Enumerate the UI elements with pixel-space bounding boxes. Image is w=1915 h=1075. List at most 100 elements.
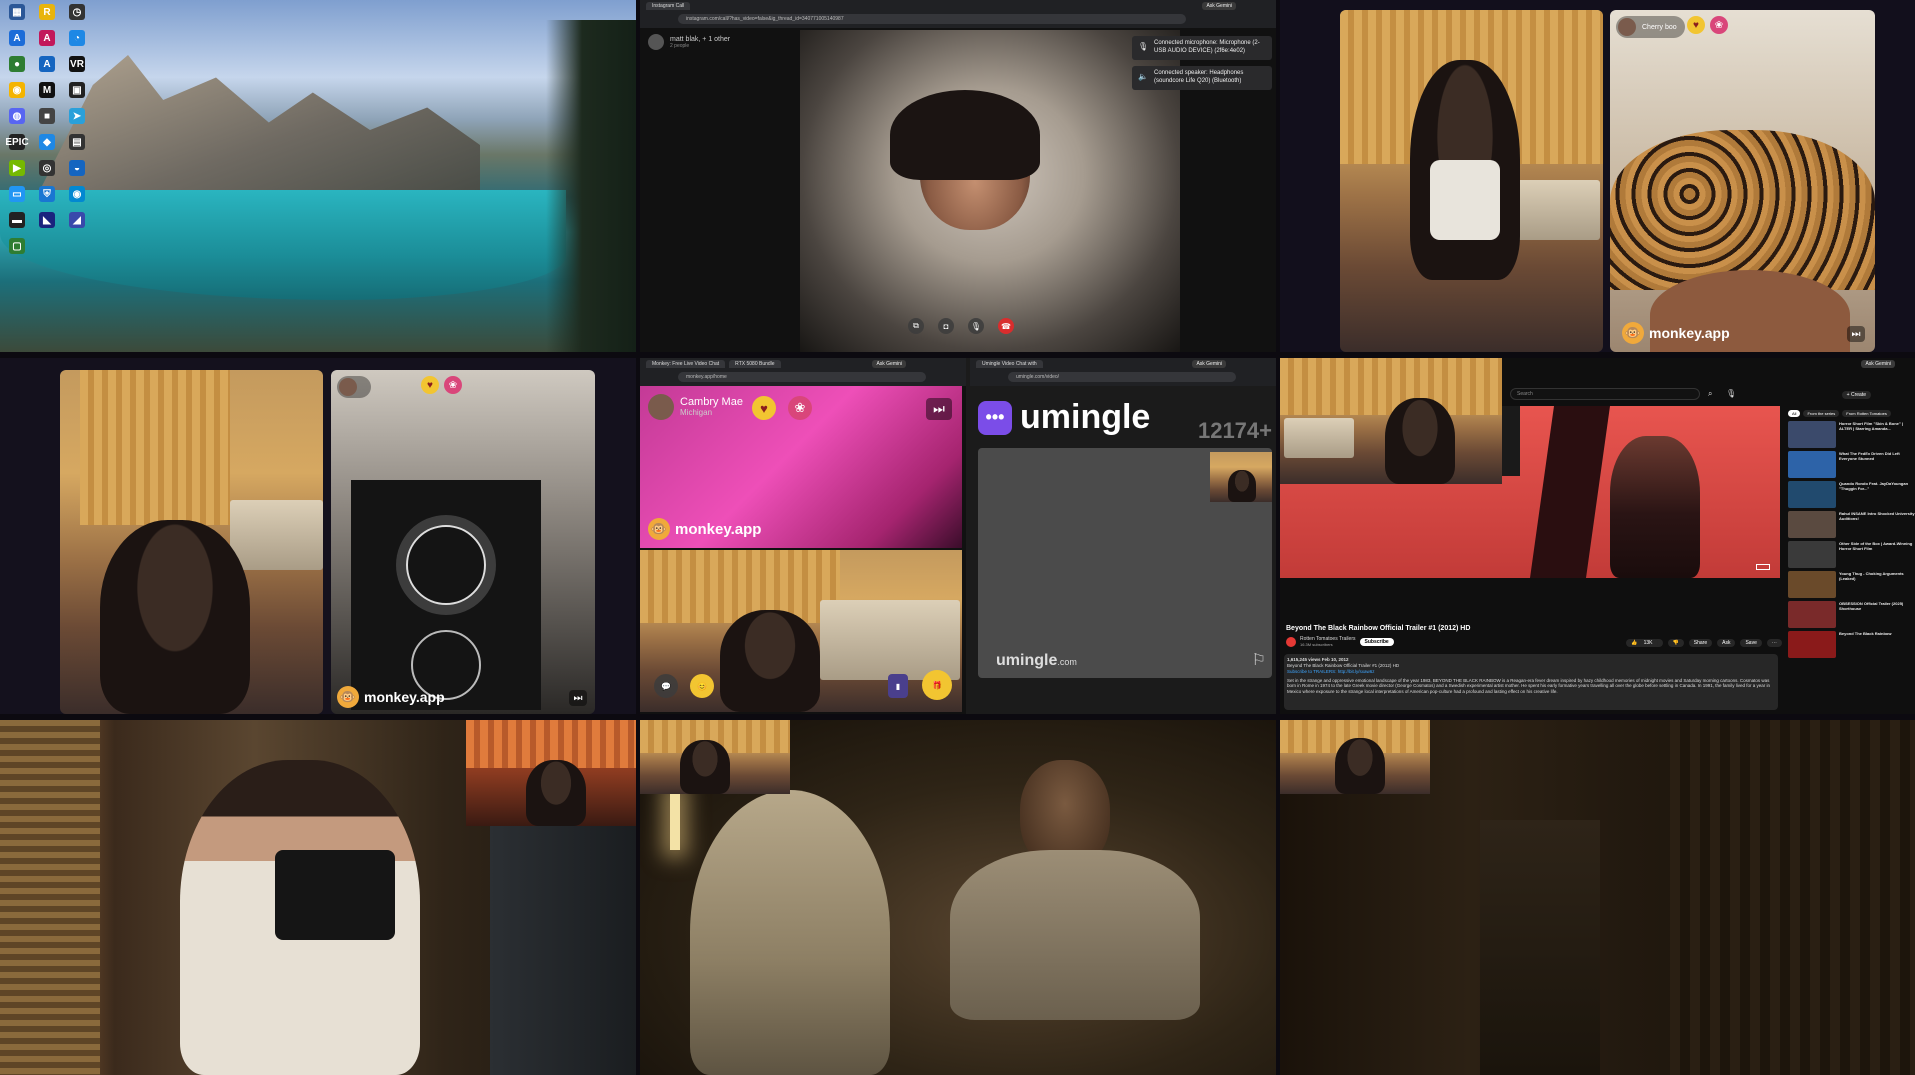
desktop-icon[interactable]: ◔ [64, 30, 90, 48]
video-description[interactable]: 1,615,245 views Feb 10, 2012 Beyond The … [1284, 654, 1778, 710]
channel-avatar[interactable] [1286, 636, 1296, 647]
desktop-icon[interactable]: ◎ [34, 160, 60, 178]
recommended-video-title[interactable]: OBSESSION Official Trailer (2025) Shorth… [1839, 601, 1915, 628]
gift-icon[interactable]: 🎁 [922, 670, 952, 700]
skip-button[interactable]: ⏭ [1847, 326, 1865, 342]
heart-icon[interactable]: ♥ [421, 376, 439, 394]
recommended-video-title[interactable]: Quando Rondo Feat. JayDaYoungan "Thuggin… [1839, 481, 1915, 508]
more-icon[interactable]: ⋯ [1766, 639, 1782, 647]
desktop-icon[interactable]: A [34, 30, 60, 48]
recommended-video-title[interactable]: Beyond The Black Rainbow [1839, 631, 1891, 658]
chip-all[interactable]: All [1788, 410, 1801, 417]
desktop-icon[interactable]: ◣ [34, 212, 60, 230]
badge-icon[interactable]: ❀ [788, 396, 812, 420]
ask-gemini-button[interactable]: Ask Gemini [1861, 360, 1895, 368]
flag-icon[interactable]: ⚐ [1252, 650, 1266, 670]
desktop-icon[interactable]: R [34, 4, 60, 22]
chat-button[interactable]: 💬 [654, 674, 678, 698]
desktop-icon[interactable]: ▦ [4, 4, 30, 22]
recommended-video-title[interactable]: Young Thug - Choking Arguments (Leaked) [1839, 571, 1915, 598]
emoji-button[interactable]: 😊 [690, 674, 714, 698]
chip-from-channel[interactable]: From Rotten Tomatoes [1842, 410, 1891, 417]
video-thumbnail[interactable] [1788, 631, 1836, 658]
ask-button[interactable]: Ask [1717, 639, 1736, 647]
subscribe-button[interactable]: Subscribe [1359, 637, 1394, 646]
desktop-icon[interactable]: ◒ [64, 160, 90, 178]
desktop-icon[interactable]: ▶ [4, 160, 30, 178]
video-thumbnail[interactable] [1788, 511, 1836, 538]
desktop-icon[interactable]: A [4, 30, 30, 48]
microphone-icon[interactable]: 🎙 [1726, 389, 1736, 398]
description-link[interactable]: Subscribe to TRAILERS: http://bit.ly/sxa… [1287, 669, 1775, 675]
ask-gemini-button[interactable]: Ask Gemini [1192, 360, 1226, 368]
desktop-icon[interactable]: ◢ [64, 212, 90, 230]
browser-tab[interactable]: Monkey: Free Live Video Chat [646, 360, 726, 368]
ask-gemini-button[interactable]: Ask Gemini [1202, 2, 1236, 10]
desktop-icon[interactable]: ▭ [4, 186, 30, 204]
like-button[interactable]: 👍 13K [1626, 639, 1663, 647]
recommended-video[interactable]: Other Side of the Box | Award-Winning Ho… [1788, 541, 1915, 568]
screen-share-button[interactable]: ⧉ [908, 318, 924, 334]
desktop-icon[interactable]: ■ [34, 108, 60, 126]
skip-button[interactable]: ⏭ [926, 398, 952, 420]
heart-icon[interactable]: ♥ [752, 396, 776, 420]
recommended-video[interactable]: Horror Short Film "Skin & Bone" | ALTER … [1788, 421, 1915, 448]
desktop-icon[interactable]: ▢ [4, 238, 30, 256]
search-icon[interactable]: ⌕ [1708, 389, 1712, 399]
video-thumbnail[interactable] [1788, 571, 1836, 598]
recommended-video-title[interactable]: Rahul INSANE Intro Shocked University Au… [1839, 511, 1915, 538]
browser-tab[interactable]: Umingle Video Chat with [976, 360, 1043, 368]
desktop-icon[interactable]: ▤ [64, 134, 90, 152]
recommended-video[interactable]: What The FedEx Driven Did Left Everyone … [1788, 451, 1915, 478]
recommended-video[interactable]: OBSESSION Official Trailer (2025) Shorth… [1788, 601, 1915, 628]
desktop-icon[interactable]: ▬ [4, 212, 30, 230]
chip-from-series[interactable]: From the series [1803, 410, 1840, 417]
recommended-video[interactable]: Beyond The Black Rainbow [1788, 631, 1915, 658]
share-button[interactable]: Share [1688, 639, 1713, 647]
video-thumbnail[interactable] [1788, 541, 1836, 568]
address-bar[interactable]: umingle.com/video/ [1008, 372, 1236, 382]
address-bar[interactable]: monkey.app/home [678, 372, 926, 382]
video-thumbnail[interactable] [1788, 421, 1836, 448]
desktop-icon[interactable]: A [34, 56, 60, 74]
desktop-icon[interactable]: ⛨ [34, 186, 60, 204]
end-call-button[interactable]: ☎ [998, 318, 1014, 334]
recommended-video[interactable]: Quando Rondo Feat. JayDaYoungan "Thuggin… [1788, 481, 1915, 508]
browser-tab[interactable]: RTX 5080 Bundle [729, 360, 781, 368]
video-thumbnail[interactable] [1788, 601, 1836, 628]
recommended-video[interactable]: Rahul INSANE Intro Shocked University Au… [1788, 511, 1915, 538]
desktop-icon[interactable]: ◉ [4, 82, 30, 100]
recommended-video[interactable]: Young Thug - Choking Arguments (Leaked) [1788, 571, 1915, 598]
desktop-icon[interactable]: ◍ [4, 108, 30, 126]
desktop-icon[interactable]: ◷ [64, 4, 90, 22]
dislike-button[interactable]: 👎 [1667, 639, 1684, 647]
create-button[interactable]: + Create [1841, 391, 1871, 399]
recommended-video-title[interactable]: Other Side of the Box | Award-Winning Ho… [1839, 541, 1915, 568]
desktop-icon[interactable]: VR [64, 56, 90, 74]
app-icon: ➤ [69, 108, 85, 124]
desktop-icon[interactable]: ● [4, 56, 30, 74]
search-input[interactable]: Search [1510, 388, 1700, 400]
video-thumbnail[interactable] [1788, 451, 1836, 478]
desktop-icon[interactable]: ➤ [64, 108, 90, 126]
browser-tab[interactable]: Instagram Call [646, 2, 691, 10]
desktop-icon[interactable]: ◆ [34, 134, 60, 152]
fullscreen-icon[interactable] [1756, 564, 1770, 570]
heart-icon[interactable]: ♥ [1687, 16, 1705, 34]
recommended-video-title[interactable]: Horror Short Film "Skin & Bone" | ALTER … [1839, 421, 1915, 448]
ask-gemini-button[interactable]: Ask Gemini [872, 360, 906, 368]
address-bar[interactable]: instagram.com/call/?has_video=false&ig_t… [678, 14, 1186, 24]
video-thumbnail[interactable] [1788, 481, 1836, 508]
save-button[interactable]: Save [1740, 639, 1762, 647]
desktop-icon[interactable]: M [34, 82, 60, 100]
mic-toggle-button[interactable]: 🎙 [968, 318, 984, 334]
desktop-icon[interactable]: ◉ [64, 186, 90, 204]
recommended-video-title[interactable]: What The FedEx Driven Did Left Everyone … [1839, 451, 1915, 478]
desktop-icon[interactable]: EPIC [4, 134, 30, 152]
desktop-icon[interactable]: ▣ [64, 82, 90, 100]
badge-icon[interactable]: ❀ [1710, 16, 1728, 34]
badge-icon[interactable]: ❀ [444, 376, 462, 394]
skip-button[interactable]: ⏭ [569, 690, 587, 706]
camera-toggle-button[interactable]: ◘ [938, 318, 954, 334]
card-button[interactable]: ▮ [888, 674, 908, 698]
